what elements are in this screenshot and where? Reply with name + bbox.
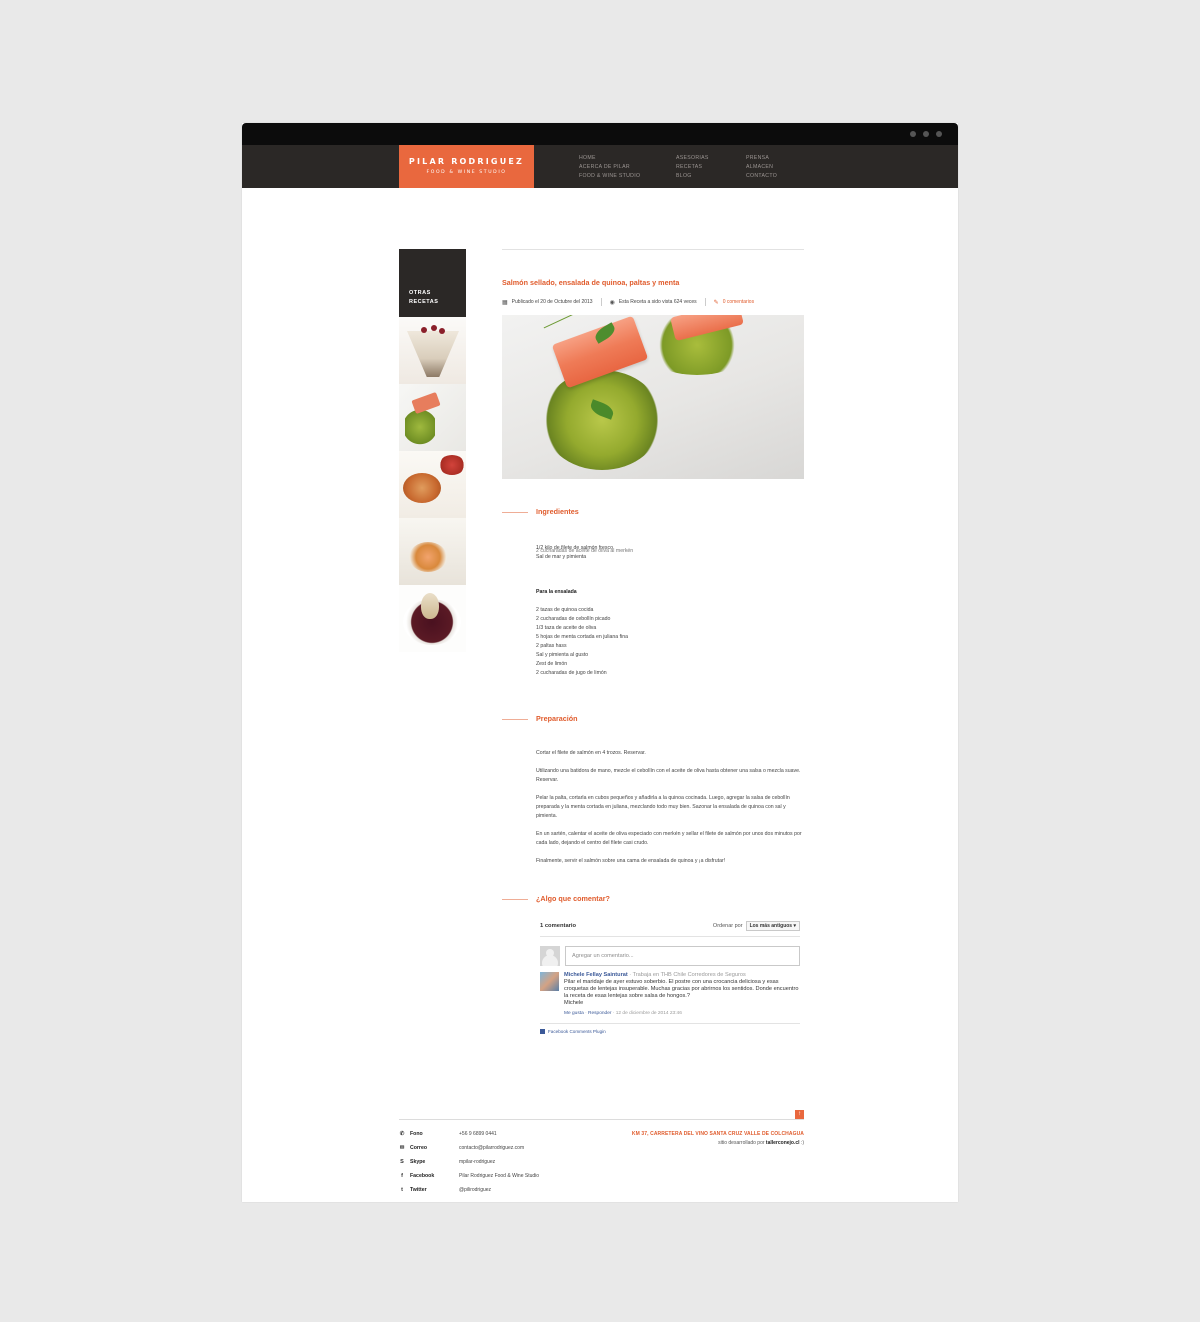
post-views: Esta Receta a sido vista 624 veces bbox=[618, 299, 697, 305]
logo-tagline: FOOD & WINE STUDIO bbox=[426, 170, 507, 175]
skype-value[interactable]: mpilar-rodriguez bbox=[459, 1155, 599, 1169]
nav-column-2: ASESORIAS RECETAS BLOG bbox=[676, 155, 709, 180]
ingredient-item: 2 cucharadas de cebollín picado bbox=[536, 616, 611, 622]
calendar-icon: ▦ bbox=[502, 299, 508, 306]
comment-icon: ✎ bbox=[713, 299, 719, 306]
ingredient-item: 1/2 kilo de filete de salmón fresco bbox=[536, 545, 613, 551]
salad-ingredients: 2 tazas de quinoa cocida 2 cucharadas de… bbox=[536, 606, 804, 678]
post-comments-link[interactable]: 0 comentarios bbox=[723, 299, 754, 305]
contact-labels: ✆ Fono ✉ Correo S Skype f Facebook t Twitter bbox=[399, 1131, 435, 1193]
twitter-icon: t bbox=[401, 1187, 403, 1193]
nav-studio[interactable]: FOOD & WINE STUDIO bbox=[579, 173, 640, 180]
browser-window: PILAR RODRIGUEZ FOOD & WINE STUDIO HOME … bbox=[242, 123, 958, 1202]
window-dot-2[interactable] bbox=[923, 131, 929, 137]
sort-label: Ordenar por bbox=[712, 923, 743, 929]
recipe-thumb-dessert-glass[interactable] bbox=[399, 317, 466, 384]
recipe-title: Salmón sellado, ensalada de quinoa, palt… bbox=[502, 278, 680, 287]
facebook-plugin-link[interactable]: Facebook Comments Plugin bbox=[548, 1029, 606, 1034]
recipe-thumb-salmon-quinoa[interactable] bbox=[399, 384, 466, 451]
salad-subheading: Para la ensalada bbox=[536, 589, 577, 595]
preparation-steps: Cortar el filete de salmón en 4 trozos. … bbox=[536, 749, 804, 866]
other-recipes-sidebar: OTRAS RECETAS bbox=[399, 249, 466, 652]
content-divider bbox=[502, 249, 804, 250]
nav-column-1: HOME ACERCA DE PILAR FOOD & WINE STUDIO bbox=[579, 155, 640, 180]
recipe-thumb-poached-pear[interactable] bbox=[399, 585, 466, 652]
contact-values: +56 9 6899 0441 contacto@pilarrodriguez.… bbox=[459, 1127, 599, 1197]
nav-home[interactable]: HOME bbox=[579, 155, 640, 162]
recipe-thumb-shrimp-plate[interactable] bbox=[399, 518, 466, 585]
nav-column-3: PRENSA ALMACEN CONTACTO bbox=[746, 155, 777, 180]
prep-step: Finalmente, servir el salmón sobre una c… bbox=[536, 858, 726, 864]
comment-signature: Michele bbox=[564, 1000, 584, 1006]
window-dot-1[interactable] bbox=[910, 131, 916, 137]
site-header: PILAR RODRIGUEZ FOOD & WINE STUDIO HOME … bbox=[242, 145, 958, 188]
recipe-content: Salmón sellado, ensalada de quinoa, palt… bbox=[502, 249, 804, 1034]
developer-credit: sitio desarrollado por tallerconejo.cl :… bbox=[718, 1140, 804, 1146]
commenter-name[interactable]: Michele Fellay Sainturat bbox=[564, 972, 628, 978]
comment-count: 1 comentario bbox=[540, 923, 577, 929]
comment-body: Pilar el maridaje de ayer estuvo soberbi… bbox=[564, 979, 799, 999]
nav-blog[interactable]: BLOG bbox=[676, 173, 709, 180]
nav-acerca[interactable]: ACERCA DE PILAR bbox=[579, 164, 640, 171]
window-controls bbox=[910, 131, 942, 137]
site-logo[interactable]: PILAR RODRIGUEZ FOOD & WINE STUDIO bbox=[399, 145, 534, 188]
comments-heading: ¿Algo que comentar? bbox=[536, 894, 610, 903]
ingredient-item: 1/3 taza de aceite de oliva bbox=[536, 625, 597, 631]
caret-down-icon: ▾ bbox=[793, 923, 796, 929]
post-date: Publicado el 20 de Octubre del 2013 bbox=[511, 299, 593, 305]
facebook-value[interactable]: Pilar Rodriguez Food & Wine Studio bbox=[459, 1169, 599, 1183]
phone-value[interactable]: +56 9 6899 0441 bbox=[459, 1127, 599, 1141]
ingredients-list: 2 cucharadas de aceite de oliva al merké… bbox=[536, 544, 804, 678]
nav-recetas[interactable]: RECETAS bbox=[676, 164, 709, 171]
commenter-role: · Trabaja en THB Chile Corredores de Seg… bbox=[629, 972, 746, 978]
comment-date: · 12 de diciembre de 2014 23:46 bbox=[612, 1011, 682, 1016]
ingredient-item: Zest de limón bbox=[536, 661, 568, 667]
sidebar-title: OTRAS RECETAS bbox=[399, 249, 466, 317]
ingredient-item: Sal y pimienta al gusto bbox=[536, 652, 589, 658]
preparation-heading: Preparación bbox=[536, 714, 578, 723]
ingredients-section: Ingredientes 2 cucharadas de aceite de o… bbox=[502, 507, 804, 678]
post-meta: ▦ Publicado el 20 de Octubre del 2013 ◉ … bbox=[502, 298, 804, 306]
nav-contacto[interactable]: CONTACTO bbox=[746, 173, 777, 180]
recipe-thumb-crab-cake[interactable] bbox=[399, 451, 466, 518]
email-value[interactable]: contacto@pilarrodriguez.com bbox=[459, 1141, 599, 1155]
sort-dropdown[interactable]: Los más antiguos ▾ bbox=[745, 921, 800, 931]
comment-input[interactable]: Agregar un comentario... bbox=[565, 946, 800, 966]
prep-step: Utilizando una batidora de mano, mezcle … bbox=[536, 768, 801, 783]
twitter-value[interactable]: @pilirodriguez bbox=[459, 1183, 599, 1197]
ingredient-item: 2 paltas hass bbox=[536, 643, 567, 649]
developer-link[interactable]: tallerconejo.cl bbox=[766, 1140, 800, 1146]
window-titlebar bbox=[242, 123, 958, 145]
prep-step: Cortar el filete de salmón en 4 trozos. … bbox=[536, 750, 646, 756]
facebook-icon: f bbox=[401, 1173, 403, 1179]
ingredients-heading: Ingredientes bbox=[536, 507, 579, 516]
logo-name: PILAR RODRIGUEZ bbox=[408, 157, 525, 166]
nav-asesorias[interactable]: ASESORIAS bbox=[676, 155, 709, 162]
nav-almacen[interactable]: ALMACEN bbox=[746, 164, 777, 171]
back-to-top-button[interactable]: ↑ bbox=[795, 1110, 804, 1119]
prep-step: En un sartén, calentar el aceite de oliv… bbox=[536, 831, 802, 846]
eye-icon: ◉ bbox=[609, 299, 615, 306]
comment-item: Michele Fellay Sainturat · Trabaja en TH… bbox=[540, 972, 800, 1024]
avatar bbox=[540, 946, 560, 966]
facebook-icon bbox=[540, 1029, 545, 1034]
mail-icon: ✉ bbox=[399, 1145, 405, 1151]
site-footer: ↑ ✆ Fono ✉ Correo S Skype f Facebook t Twitte… bbox=[399, 1110, 804, 1197]
like-link[interactable]: Me gusta bbox=[564, 1011, 584, 1016]
nav-prensa[interactable]: PRENSA bbox=[746, 155, 777, 162]
window-dot-3[interactable] bbox=[936, 131, 942, 137]
phone-icon: ✆ bbox=[399, 1131, 405, 1137]
commenter-avatar[interactable] bbox=[540, 972, 559, 991]
ingredient-item: 5 hojas de menta cortada en juliana fina bbox=[536, 634, 628, 640]
ingredient-item: 2 cucharadas de jugo de limón bbox=[536, 670, 607, 676]
footer-address: KM 37, CARRETERA DEL VINO SANTA CRUZ VAL… bbox=[631, 1131, 804, 1137]
skype-icon: S bbox=[400, 1159, 404, 1165]
prep-step: Pelar la palta, cortarla en cubos pequeñ… bbox=[536, 795, 790, 819]
facebook-comments: 1 comentario Ordenar por Los más antiguo… bbox=[540, 921, 800, 1034]
recipe-hero-image bbox=[502, 315, 804, 479]
reply-link[interactable]: Responder bbox=[588, 1011, 611, 1016]
preparation-section: Preparación Cortar el filete de salmón e… bbox=[502, 714, 804, 866]
ingredient-item: 2 tazas de quinoa cocida bbox=[536, 607, 594, 613]
comments-section: ¿Algo que comentar? 1 comentario Ordenar… bbox=[502, 894, 804, 1034]
